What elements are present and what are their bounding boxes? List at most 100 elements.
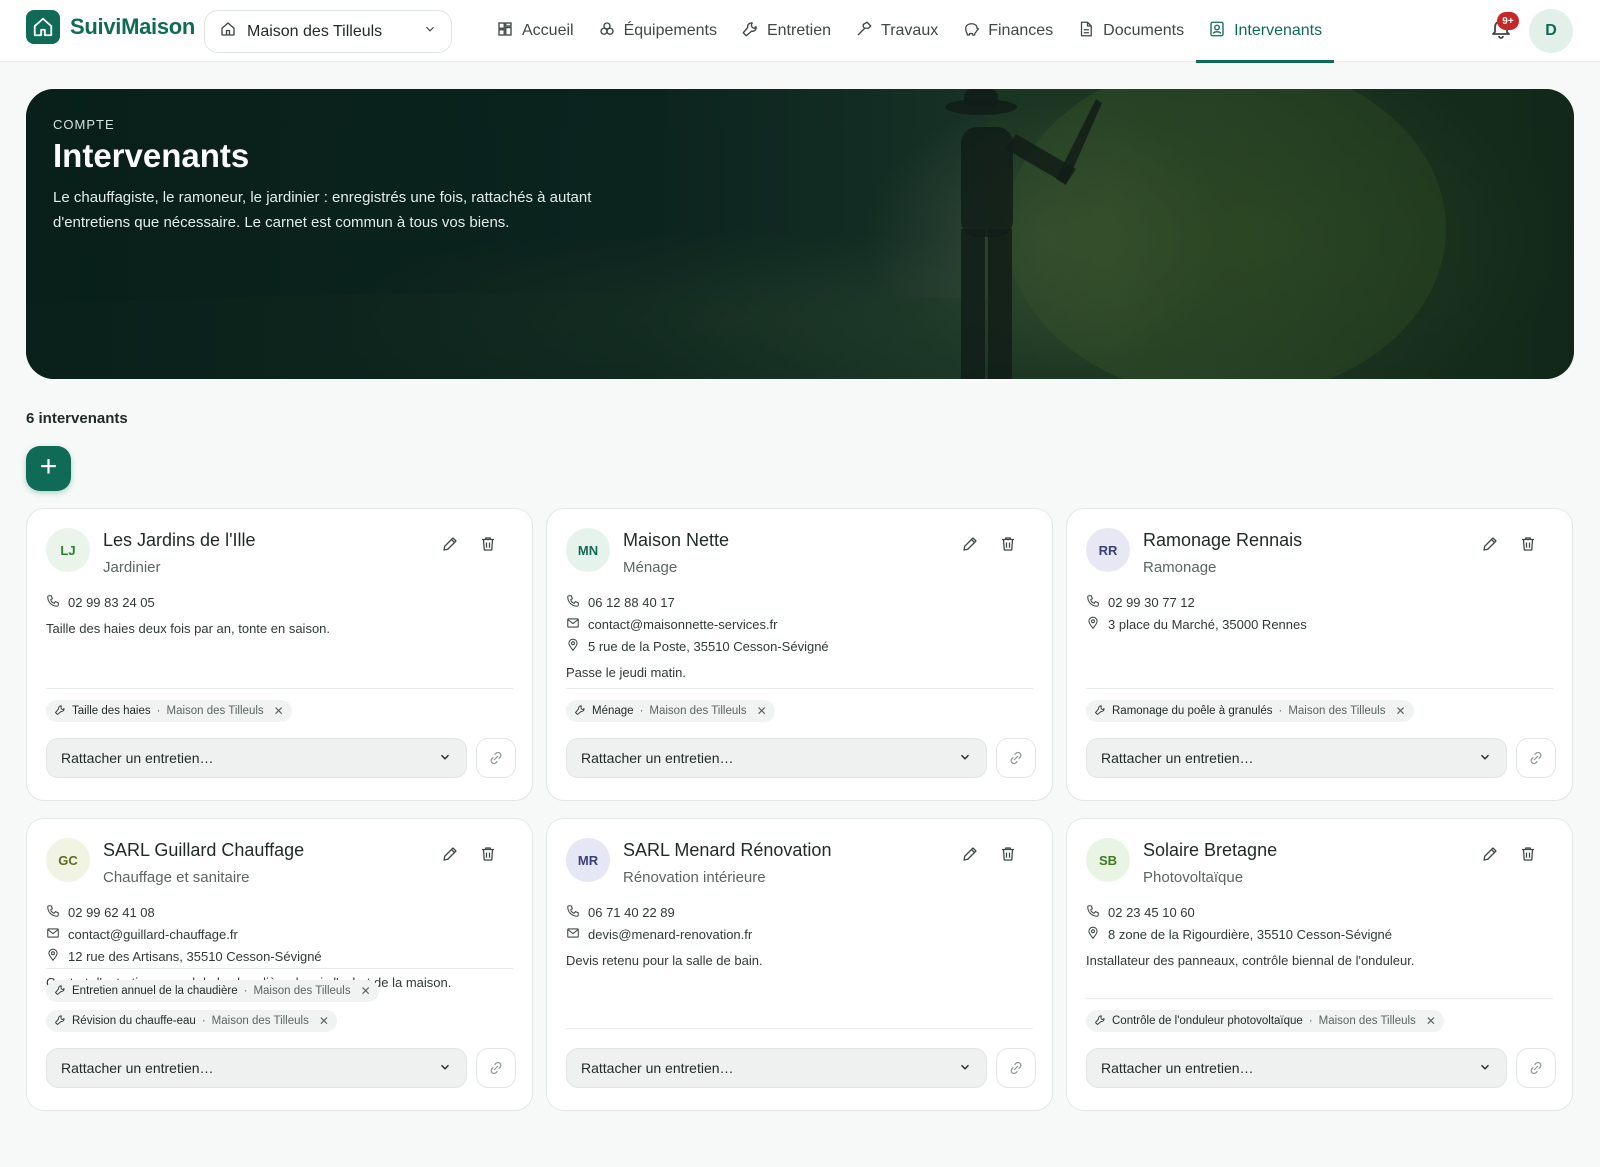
contractor-note: Installateur des panneaux, contrôle bien… [1086, 953, 1415, 968]
app-logo[interactable]: SuiviMaison [26, 10, 195, 44]
phone-number[interactable]: 02 99 83 24 05 [68, 595, 155, 610]
contractor-initials: MN [566, 528, 610, 572]
edit-icon[interactable] [441, 845, 463, 867]
attach-maintenance-select[interactable]: Rattacher un entretien… [1086, 738, 1507, 778]
map-pin-icon [1086, 616, 1100, 633]
linked-maintenance-tag: Ménage · Maison des Tilleuls ✕ [566, 700, 775, 722]
tag-task: Contrôle de l'onduleur photovoltaïque [1112, 1015, 1303, 1027]
phone-row: 02 99 83 24 05 [46, 591, 513, 613]
phone-icon [1086, 594, 1100, 611]
remove-tag-icon[interactable]: ✕ [1426, 1014, 1436, 1028]
contractor-name: Solaire Bretagne [1143, 840, 1278, 860]
phone-row: 06 71 40 22 89 [566, 901, 1033, 923]
contact-icon [1208, 20, 1226, 43]
trash-icon[interactable] [479, 845, 501, 867]
contractor-name: SARL Guillard Chauffage [103, 840, 305, 860]
link-icon[interactable] [996, 1048, 1036, 1088]
user-avatar[interactable]: D [1529, 9, 1573, 53]
contractor-card: RR Ramonage Rennais Ramonage 02 99 30 77… [1066, 508, 1573, 801]
nav-documents[interactable]: Documents [1065, 0, 1196, 62]
mail-icon [566, 926, 580, 943]
attach-maintenance-select[interactable]: Rattacher un entretien… [46, 738, 467, 778]
link-icon[interactable] [996, 738, 1036, 778]
contractor-name: Les Jardins de l'Ille [103, 530, 256, 550]
email-address[interactable]: contact@maisonnette-services.fr [588, 617, 778, 632]
trash-icon[interactable] [999, 845, 1021, 867]
contractor-card: MN Maison Nette Ménage 06 12 88 40 17 con… [546, 508, 1053, 801]
edit-icon[interactable] [1481, 845, 1503, 867]
linked-maintenance-tag: Contrôle de l'onduleur photovoltaïque · Ma… [1086, 1010, 1444, 1032]
trash-icon[interactable] [1519, 535, 1541, 557]
phone-number[interactable]: 06 71 40 22 89 [588, 905, 675, 920]
document-icon [1077, 20, 1095, 43]
mail-icon [566, 616, 580, 633]
linked-maintenance-list: Entretien annuel de la chaudière · Maison … [46, 980, 513, 1040]
remove-tag-icon[interactable]: ✕ [757, 704, 767, 718]
contractor-note: Taille des haies deux fois par an, tonte… [46, 621, 331, 636]
link-icon[interactable] [476, 1048, 516, 1088]
contractor-initials: MR [566, 838, 610, 882]
phone-icon [1086, 904, 1100, 921]
contractor-role: Chauffage et sanitaire [103, 869, 250, 886]
email-address[interactable]: devis@menard-renovation.fr [588, 927, 752, 942]
select-placeholder: Rattacher un entretien… [581, 1060, 734, 1076]
tag-property: Maison des Tilleuls [253, 985, 351, 997]
phone-row: 02 99 62 41 08 [46, 901, 513, 923]
wrench-icon [1094, 704, 1106, 719]
address: 5 rue de la Poste, 35510 Cesson-Sévigné [588, 638, 829, 654]
edit-icon[interactable] [1481, 535, 1503, 557]
attach-maintenance-select[interactable]: Rattacher un entretien… [566, 1048, 987, 1088]
divider [1086, 998, 1553, 999]
phone-number[interactable]: 06 12 88 40 17 [588, 595, 675, 610]
contractor-card: MR SARL Menard Rénovation Rénovation int… [546, 818, 1053, 1111]
page-title: Intervenants [53, 137, 250, 174]
hero-banner: COMPTE Intervenants Le chauffagiste, le … [26, 89, 1574, 379]
phone-row: 06 12 88 40 17 [566, 591, 1033, 613]
nav-equipements[interactable]: Équipements [586, 0, 729, 62]
remove-tag-icon[interactable]: ✕ [1395, 704, 1405, 718]
remove-tag-icon[interactable]: ✕ [319, 1014, 329, 1028]
email-row: devis@menard-renovation.fr [566, 923, 1033, 945]
property-selector[interactable]: Maison des Tilleuls [204, 10, 452, 53]
nav-accueil[interactable]: Accueil [484, 0, 586, 62]
phone-number[interactable]: 02 99 30 77 12 [1108, 595, 1195, 610]
trash-icon[interactable] [1519, 845, 1541, 867]
property-selector-value: Maison des Tilleuls [247, 22, 383, 40]
remove-tag-icon[interactable]: ✕ [361, 984, 371, 998]
address-row: 5 rue de la Poste, 35510 Cesson-Sévigné [566, 635, 1033, 657]
nav-entretien[interactable]: Entretien [729, 0, 843, 62]
trash-icon[interactable] [479, 535, 501, 557]
edit-icon[interactable] [961, 535, 983, 557]
link-icon[interactable] [1516, 738, 1556, 778]
nav-intervenants[interactable]: Intervenants [1196, 0, 1335, 63]
remove-tag-icon[interactable]: ✕ [274, 704, 284, 718]
piggy-bank-icon [962, 20, 980, 43]
edit-icon[interactable] [961, 845, 983, 867]
email-row: contact@maisonnette-services.fr [566, 613, 1033, 635]
hammer-icon [855, 20, 873, 43]
top-bar: SuiviMaison Maison des Tilleuls Accueil … [0, 0, 1600, 63]
wrench-icon [1094, 1014, 1106, 1029]
nav-travaux[interactable]: Travaux [843, 0, 950, 62]
wrench-icon [741, 20, 759, 43]
edit-icon[interactable] [441, 535, 463, 557]
contractor-role: Ramonage [1143, 559, 1217, 576]
contact-info: 02 99 30 77 12 3 place du Marché, 35000 R… [1086, 591, 1553, 635]
hero-description: Le chauffagiste, le ramoneur, le jardini… [53, 189, 592, 231]
phone-number[interactable]: 02 23 45 10 60 [1108, 905, 1195, 920]
attach-maintenance-select[interactable]: Rattacher un entretien… [46, 1048, 467, 1088]
link-icon[interactable] [476, 738, 516, 778]
attach-maintenance-select[interactable]: Rattacher un entretien… [1086, 1048, 1507, 1088]
phone-number[interactable]: 02 99 62 41 08 [68, 905, 155, 920]
map-pin-icon [566, 638, 580, 655]
address: 12 rue des Artisans, 35510 Cesson-Sévign… [68, 948, 322, 964]
attach-maintenance-select[interactable]: Rattacher un entretien… [566, 738, 987, 778]
nav-finances[interactable]: Finances [950, 0, 1065, 62]
trash-icon[interactable] [999, 535, 1021, 557]
email-address[interactable]: contact@guillard-chauffage.fr [68, 927, 238, 942]
contractor-card: GC SARL Guillard Chauffage Chauffage et … [26, 818, 533, 1111]
link-icon[interactable] [1516, 1048, 1556, 1088]
nav-label: Documents [1103, 22, 1185, 39]
add-contractor-button[interactable]: + [26, 446, 71, 491]
tag-property-sep: · [1308, 1015, 1313, 1027]
